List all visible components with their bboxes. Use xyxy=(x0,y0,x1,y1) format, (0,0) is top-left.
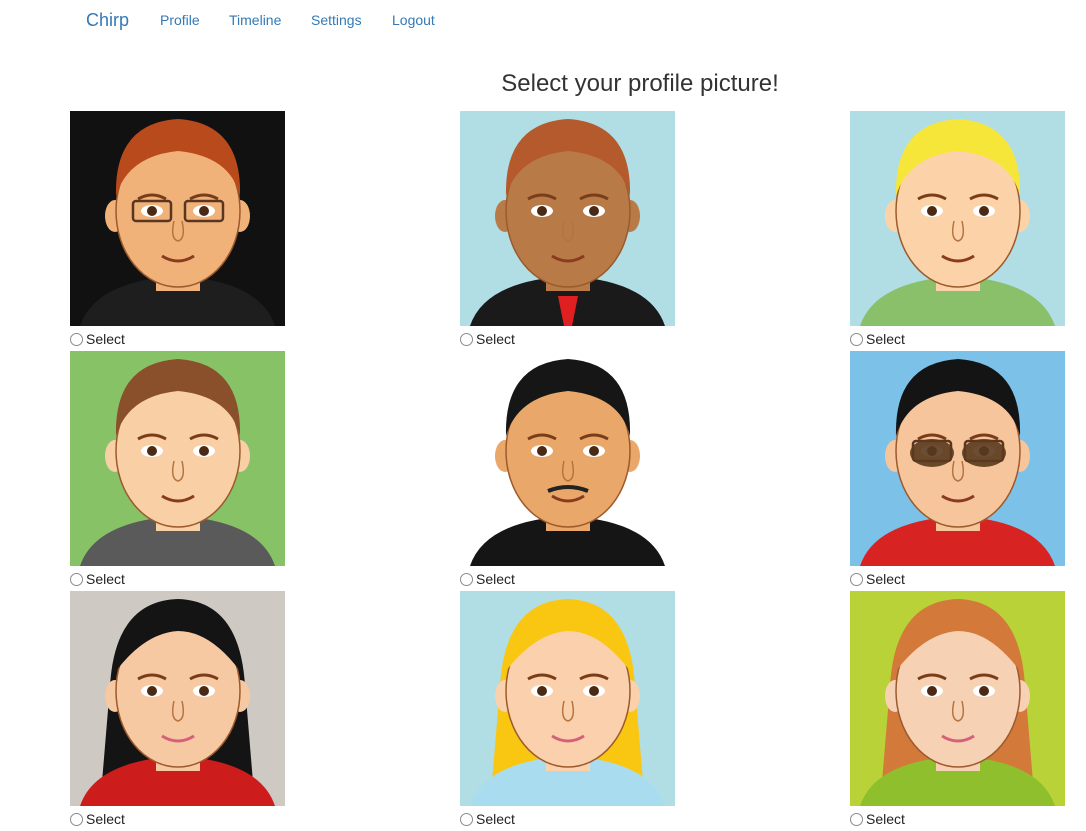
top-navbar: Chirp Profile Timeline Settings Logout xyxy=(0,0,1086,42)
avatar-select-radio[interactable] xyxy=(850,572,863,586)
avatar-select-radio[interactable] xyxy=(70,812,83,826)
avatar-select-option[interactable]: Select xyxy=(850,568,1066,590)
avatar-select-option[interactable]: Select xyxy=(460,808,676,830)
man-black-hair-mustache-avatar-icon[interactable] xyxy=(460,351,675,566)
nav-link-settings[interactable]: Settings xyxy=(311,12,362,28)
woman-blonde-hair-avatar-icon[interactable] xyxy=(460,591,675,806)
avatar-select-label: Select xyxy=(86,811,125,827)
avatar-select-radio[interactable] xyxy=(70,332,83,346)
man-suit-red-tie-avatar-icon[interactable] xyxy=(460,111,675,326)
avatar-select-label: Select xyxy=(476,571,515,587)
avatar-select-option[interactable]: Select xyxy=(70,808,286,830)
avatar-option: Select xyxy=(850,351,1066,590)
nav-brand-chirp[interactable]: Chirp xyxy=(86,10,129,31)
avatar-select-radio[interactable] xyxy=(850,332,863,346)
avatar-select-label: Select xyxy=(866,811,905,827)
avatar-option: Select xyxy=(70,351,286,590)
avatar-select-option[interactable]: Select xyxy=(70,328,286,350)
avatar-option: Select xyxy=(850,111,1066,350)
avatar-option: Select xyxy=(850,591,1066,830)
nav-link-timeline[interactable]: Timeline xyxy=(229,12,281,28)
avatar-select-radio[interactable] xyxy=(460,332,473,346)
avatar-option: Select xyxy=(460,591,676,830)
avatar-select-label: Select xyxy=(476,811,515,827)
avatar-select-option[interactable]: Select xyxy=(460,568,676,590)
man-brown-hair-hoodie-avatar-icon[interactable] xyxy=(70,351,285,566)
avatar-option: Select xyxy=(70,111,286,350)
avatar-select-radio[interactable] xyxy=(70,572,83,586)
man-sunglasses-avatar-icon[interactable] xyxy=(850,351,1065,566)
woman-red-hair-avatar-icon[interactable] xyxy=(850,591,1065,806)
avatar-select-label: Select xyxy=(866,571,905,587)
avatar-select-option[interactable]: Select xyxy=(460,328,676,350)
avatar-select-label: Select xyxy=(86,571,125,587)
avatar-select-option[interactable]: Select xyxy=(70,568,286,590)
avatar-option: Select xyxy=(460,111,676,350)
page-heading: Select your profile picture! xyxy=(501,70,779,97)
avatar-select-radio[interactable] xyxy=(460,572,473,586)
avatar-select-label: Select xyxy=(476,331,515,347)
avatar-option: Select xyxy=(460,351,676,590)
nav-link-logout[interactable]: Logout xyxy=(392,12,435,28)
woman-black-hair-scarf-avatar-icon[interactable] xyxy=(70,591,285,806)
avatar-select-option[interactable]: Select xyxy=(850,808,1066,830)
avatar-select-option[interactable]: Select xyxy=(850,328,1066,350)
nav-link-profile[interactable]: Profile xyxy=(160,12,200,28)
avatar-select-radio[interactable] xyxy=(460,812,473,826)
man-glasses-red-hair-avatar-icon[interactable] xyxy=(70,111,285,326)
avatar-select-label: Select xyxy=(86,331,125,347)
avatar-option: Select xyxy=(70,591,286,830)
avatar-select-radio[interactable] xyxy=(850,812,863,826)
avatar-select-label: Select xyxy=(866,331,905,347)
man-blond-hair-avatar-icon[interactable] xyxy=(850,111,1065,326)
